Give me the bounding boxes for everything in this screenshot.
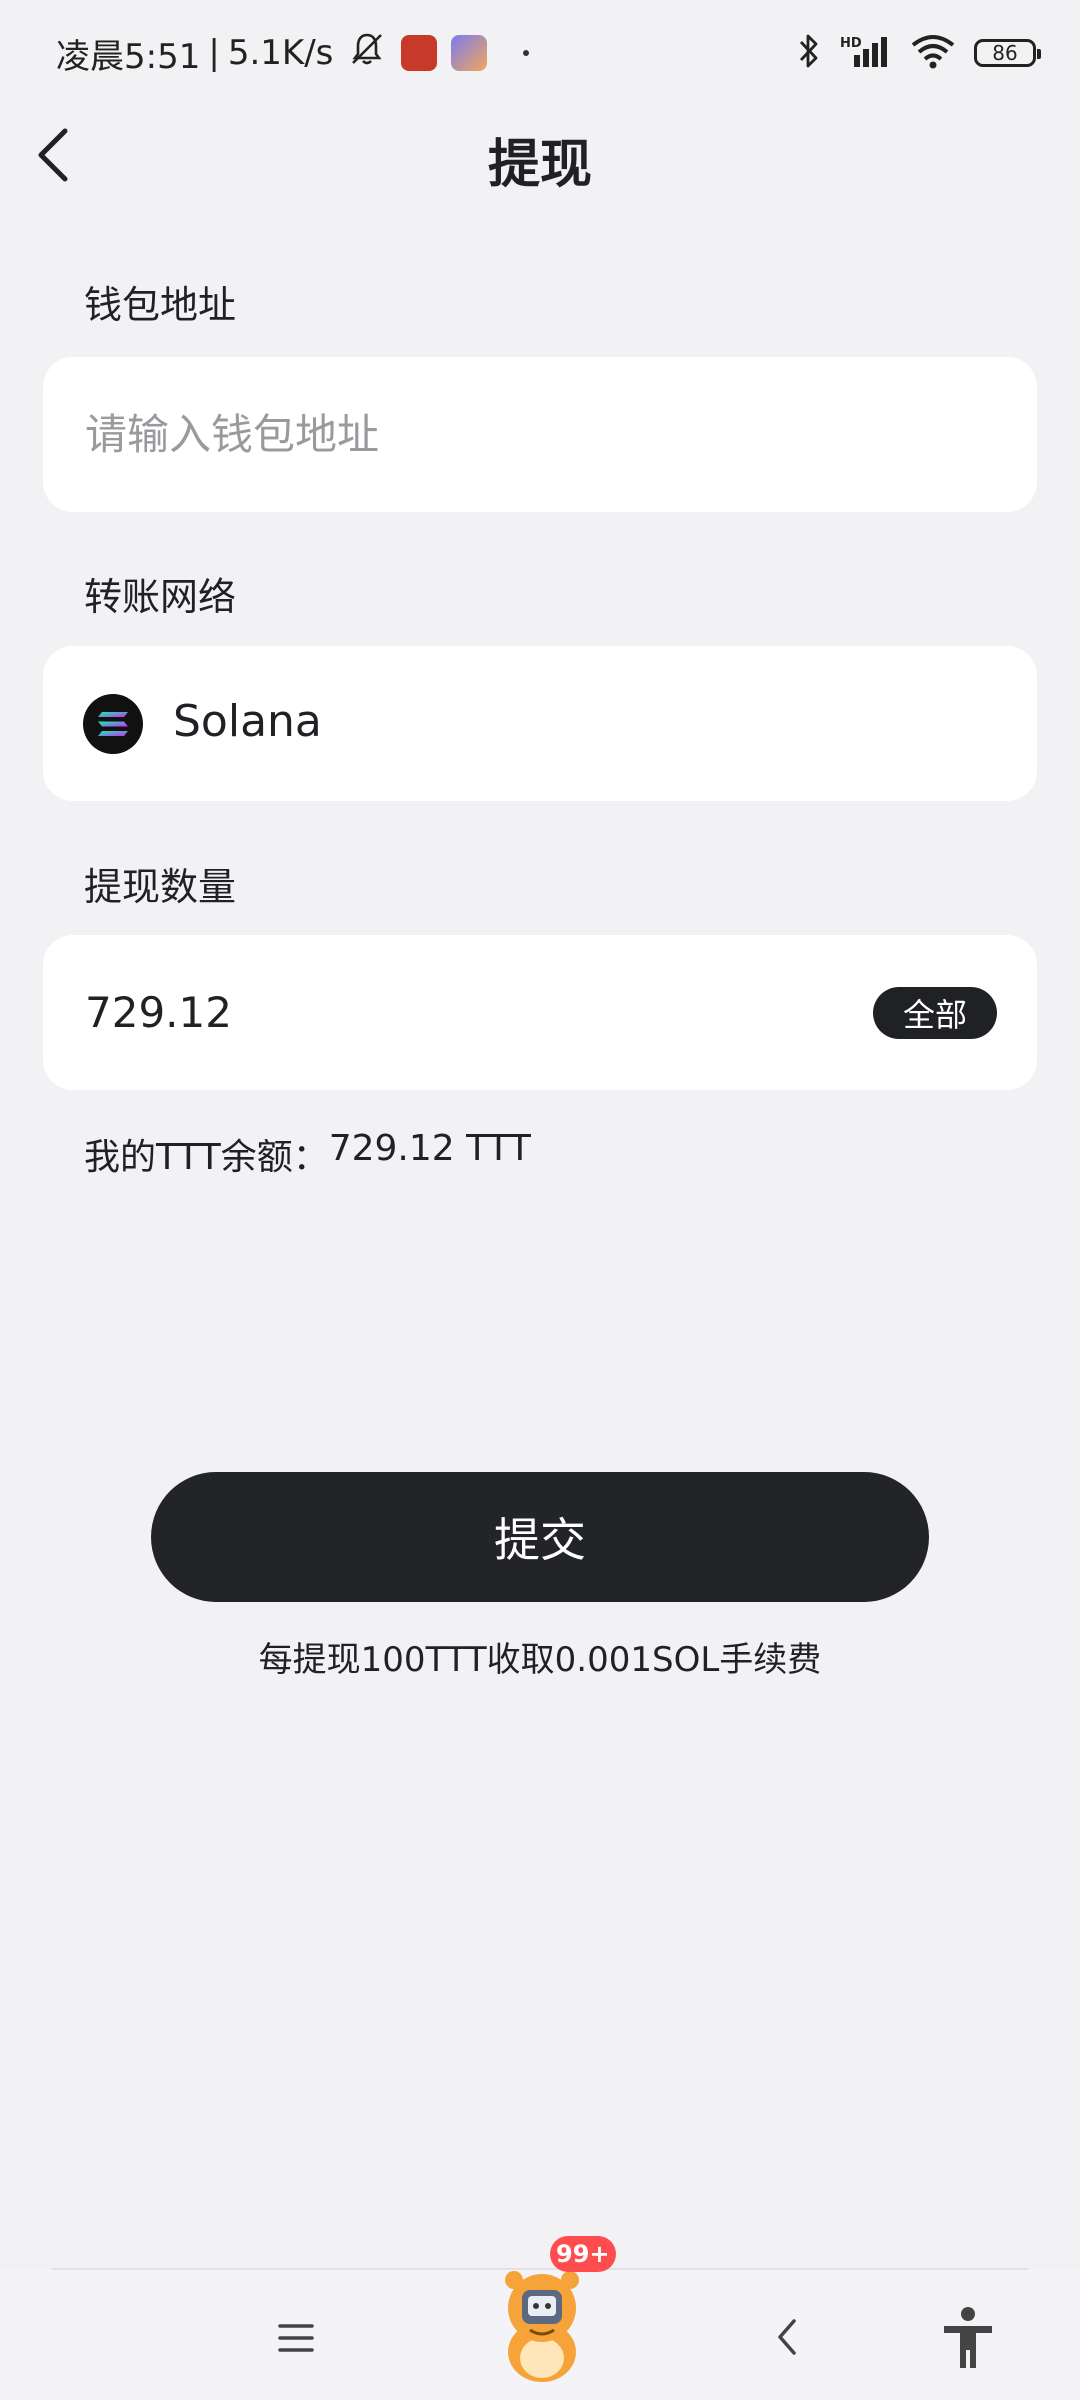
balance-value: 729.12 TTT xyxy=(328,1128,531,1169)
solana-icon xyxy=(83,694,143,754)
accessibility-button[interactable] xyxy=(930,2296,1006,2380)
chevron-left-icon xyxy=(778,2319,796,2355)
battery-level: 86 xyxy=(992,41,1018,65)
withdraw-all-button[interactable]: 全部 xyxy=(873,987,997,1039)
hd-label: HD xyxy=(840,36,862,51)
status-bar: 凌晨5:51 | 5.1K/s HD 86 xyxy=(0,0,1080,105)
status-time: 凌晨5:51 xyxy=(56,36,201,77)
network-speed: 5.1K/s xyxy=(227,33,334,73)
more-notifications-dot xyxy=(523,50,530,56)
balance-row: 我的TTT余额： 729.12 TTT xyxy=(84,1128,531,1180)
app-notification-icon-2 xyxy=(451,35,488,71)
header: 提现 xyxy=(0,110,1080,200)
wallet-address-card xyxy=(43,357,1037,512)
network-label: 转账网络 xyxy=(84,575,237,619)
mute-bell-icon xyxy=(347,29,387,78)
tiger-mascot-icon xyxy=(505,2271,579,2382)
withdraw-amount-card: 全部 xyxy=(43,935,1037,1090)
status-left: 凌晨5:51 | 5.1K/s xyxy=(56,28,530,78)
app-notification-icon xyxy=(401,35,438,71)
wallet-address-input[interactable] xyxy=(85,357,965,512)
fee-note: 每提现100TTT收取0.001SOL手续费 xyxy=(258,1640,822,1680)
accessibility-icon xyxy=(944,2307,992,2368)
network-select[interactable]: Solana xyxy=(43,646,1037,801)
system-nav-bar: 99+ xyxy=(0,2236,1080,2400)
bluetooth-icon xyxy=(796,31,822,75)
nav-back-button[interactable] xyxy=(752,2302,822,2372)
status-separator: | xyxy=(208,33,220,73)
withdraw-amount-label: 提现数量 xyxy=(84,865,237,909)
submit-button[interactable]: 提交 xyxy=(151,1472,929,1602)
cell-signal-icon: HD xyxy=(840,31,892,75)
menu-icon xyxy=(278,2324,314,2352)
notification-badge: 99+ xyxy=(550,2236,616,2272)
mascot-assistant-button[interactable] xyxy=(494,2260,590,2384)
page-title: 提现 xyxy=(487,135,592,195)
wallet-address-label: 钱包地址 xyxy=(84,283,237,327)
wifi-icon xyxy=(910,33,956,73)
battery-icon: 86 xyxy=(974,39,1041,67)
status-right: HD 86 xyxy=(778,30,1041,76)
balance-label: 我的TTT余额： xyxy=(84,1137,329,1178)
nav-menu-button[interactable] xyxy=(256,2308,336,2368)
network-name: Solana xyxy=(173,696,322,747)
withdraw-amount-input[interactable] xyxy=(85,935,965,1090)
